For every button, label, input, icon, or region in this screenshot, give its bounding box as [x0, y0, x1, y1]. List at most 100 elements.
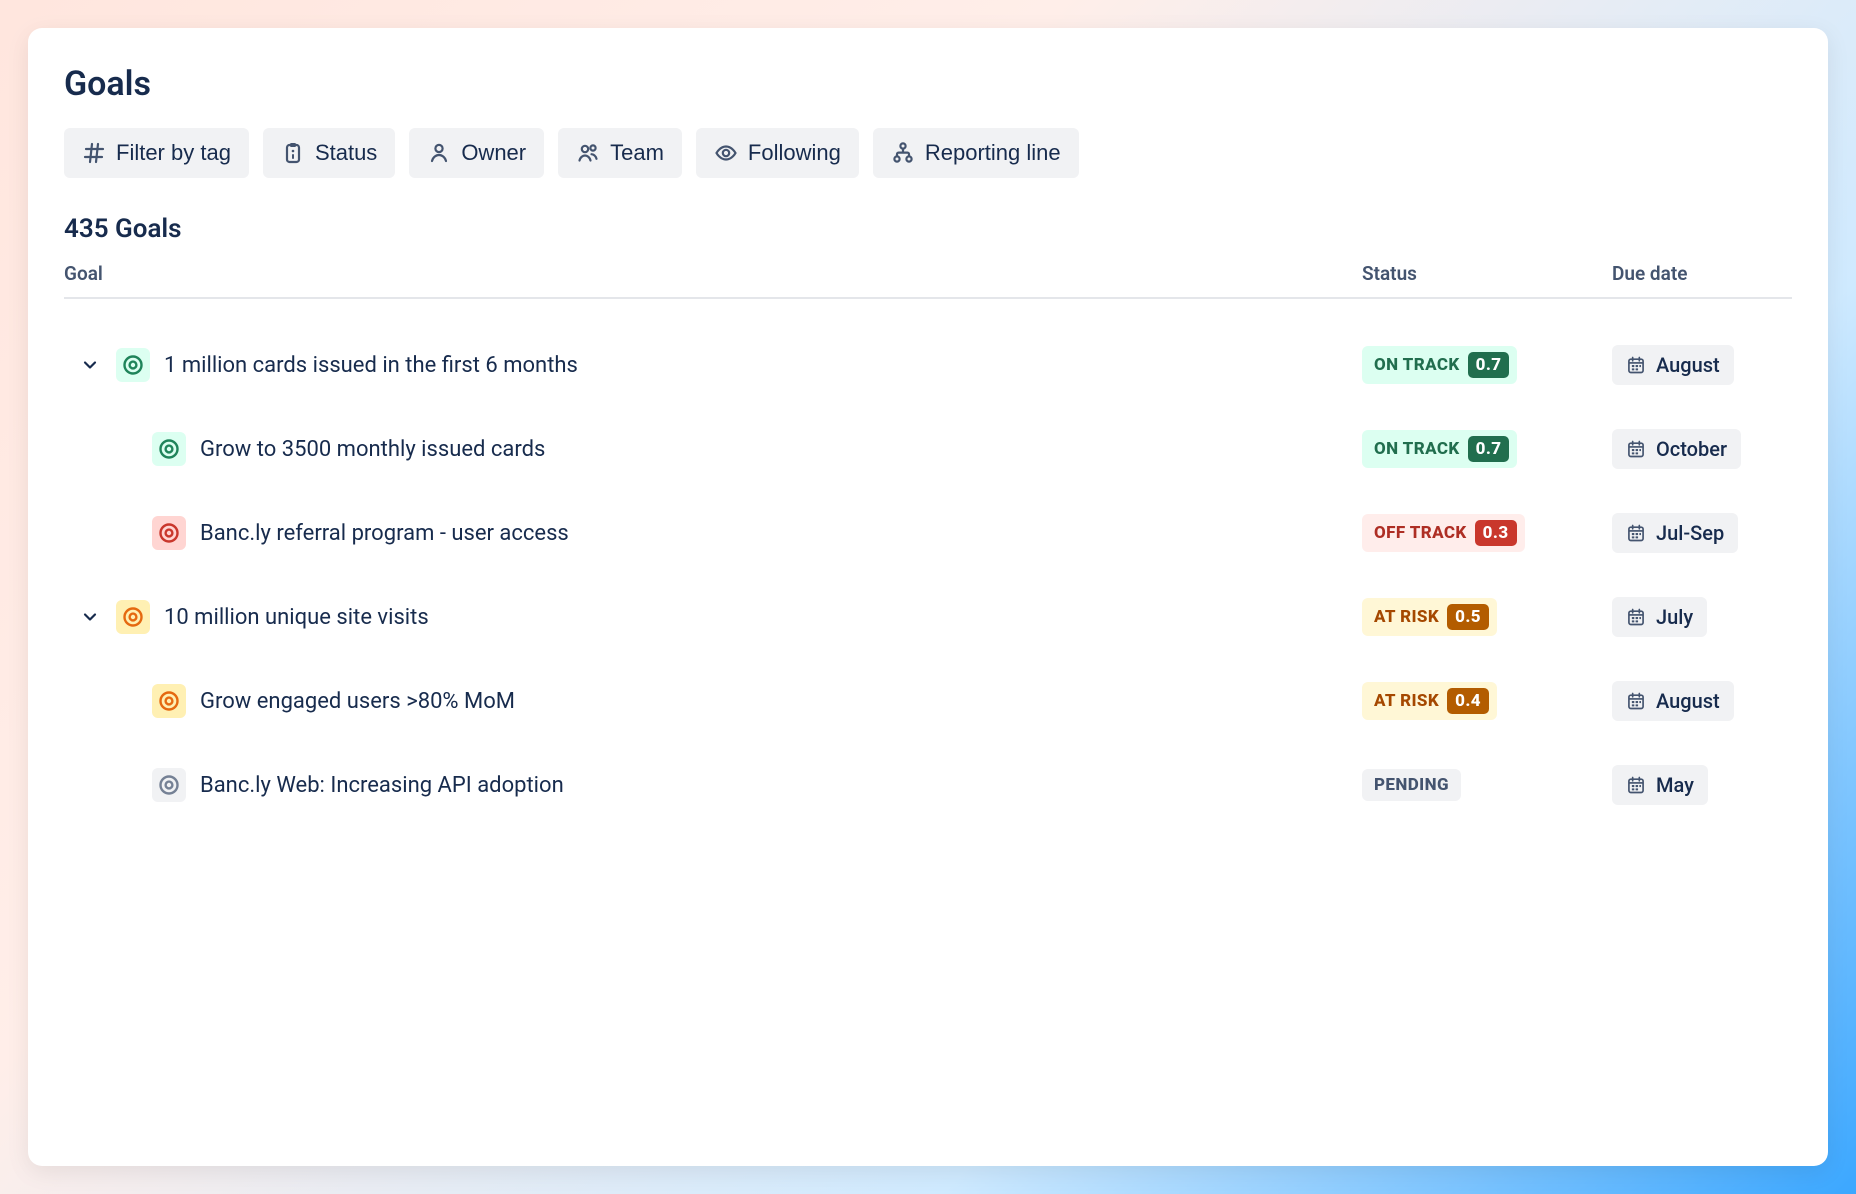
- status-label: AT RISK: [1374, 607, 1439, 627]
- due-pill: October: [1612, 429, 1741, 469]
- due-label: July: [1656, 605, 1693, 629]
- status-label: PENDING: [1374, 775, 1449, 795]
- due-cell: July: [1612, 597, 1792, 637]
- status-cell: AT RISK 0.5: [1362, 598, 1592, 636]
- expand-toggle[interactable]: [78, 605, 102, 629]
- goal-row[interactable]: 1 million cards issued in the first 6 mo…: [64, 323, 1792, 407]
- col-due: Due date: [1612, 262, 1792, 285]
- filters-toolbar: Filter by tag Status Owner Team Followin…: [64, 128, 1792, 178]
- filter-label: Reporting line: [925, 140, 1061, 166]
- status-score: 0.7: [1468, 436, 1510, 462]
- filter-team-button[interactable]: Team: [558, 128, 682, 178]
- clipboard-icon: [281, 141, 305, 165]
- calendar-icon: [1626, 439, 1646, 459]
- filter-reporting-button[interactable]: Reporting line: [873, 128, 1079, 178]
- filter-label: Owner: [461, 140, 526, 166]
- calendar-icon: [1626, 607, 1646, 627]
- status-label: AT RISK: [1374, 691, 1439, 711]
- filter-following-button[interactable]: Following: [696, 128, 859, 178]
- filter-label: Filter by tag: [116, 140, 231, 166]
- status-label: ON TRACK: [1374, 439, 1460, 459]
- filter-tag-button[interactable]: Filter by tag: [64, 128, 249, 178]
- goal-title: Banc.ly referral program - user access: [200, 521, 569, 546]
- goal-cell: Grow engaged users >80% MoM: [64, 684, 1342, 718]
- due-cell: August: [1612, 681, 1792, 721]
- goal-title: Grow engaged users >80% MoM: [200, 689, 515, 714]
- calendar-icon: [1626, 523, 1646, 543]
- status-label: ON TRACK: [1374, 355, 1460, 375]
- goal-cell: 1 million cards issued in the first 6 mo…: [64, 348, 1342, 382]
- due-label: Jul-Sep: [1656, 521, 1724, 545]
- calendar-icon: [1626, 775, 1646, 795]
- goal-row[interactable]: Grow to 3500 monthly issued cards ON TRA…: [64, 407, 1792, 491]
- goal-type-badge: [152, 516, 186, 550]
- status-pill: OFF TRACK 0.3: [1362, 514, 1525, 552]
- target-icon: [157, 521, 181, 545]
- expand-toggle[interactable]: [78, 353, 102, 377]
- goal-row[interactable]: Banc.ly referral program - user access O…: [64, 491, 1792, 575]
- due-pill: May: [1612, 765, 1708, 805]
- goal-type-badge: [116, 348, 150, 382]
- status-pill: AT RISK 0.4: [1362, 682, 1497, 720]
- goal-type-badge: [152, 768, 186, 802]
- goal-cell: Grow to 3500 monthly issued cards: [64, 432, 1342, 466]
- filter-label: Following: [748, 140, 841, 166]
- due-cell: October: [1612, 429, 1792, 469]
- status-cell: AT RISK 0.4: [1362, 682, 1592, 720]
- goal-title: 10 million unique site visits: [164, 605, 429, 630]
- col-status: Status: [1362, 262, 1592, 285]
- due-label: August: [1656, 689, 1720, 713]
- filter-label: Team: [610, 140, 664, 166]
- goal-type-badge: [152, 684, 186, 718]
- filter-owner-button[interactable]: Owner: [409, 128, 544, 178]
- orgchart-icon: [891, 141, 915, 165]
- goal-type-badge: [152, 432, 186, 466]
- status-score: 0.4: [1447, 688, 1489, 714]
- goal-row[interactable]: 10 million unique site visits AT RISK 0.…: [64, 575, 1792, 659]
- table-header: Goal Status Due date: [64, 262, 1792, 299]
- due-label: May: [1656, 773, 1694, 797]
- calendar-icon: [1626, 355, 1646, 375]
- goal-title: Banc.ly Web: Increasing API adoption: [200, 773, 564, 798]
- person-icon: [427, 141, 451, 165]
- status-cell: OFF TRACK 0.3: [1362, 514, 1592, 552]
- goal-cell: Banc.ly Web: Increasing API adoption: [64, 768, 1342, 802]
- chevron-down-icon: [80, 607, 100, 627]
- target-icon: [157, 437, 181, 461]
- status-pill: AT RISK 0.5: [1362, 598, 1497, 636]
- goals-rows: 1 million cards issued in the first 6 mo…: [64, 299, 1792, 827]
- due-cell: Jul-Sep: [1612, 513, 1792, 553]
- calendar-icon: [1626, 691, 1646, 711]
- goal-title: Grow to 3500 monthly issued cards: [200, 437, 545, 462]
- status-pill: PENDING: [1362, 769, 1461, 801]
- filter-status-button[interactable]: Status: [263, 128, 395, 178]
- goals-card: Goals Filter by tag Status Owner Team Fo…: [28, 28, 1828, 1166]
- goal-row[interactable]: Banc.ly Web: Increasing API adoption PEN…: [64, 743, 1792, 827]
- due-pill: August: [1612, 345, 1734, 385]
- goal-row[interactable]: Grow engaged users >80% MoM AT RISK 0.4 …: [64, 659, 1792, 743]
- status-cell: PENDING: [1362, 769, 1592, 801]
- goal-cell: 10 million unique site visits: [64, 600, 1342, 634]
- goal-type-badge: [116, 600, 150, 634]
- due-pill: July: [1612, 597, 1707, 637]
- filter-label: Status: [315, 140, 377, 166]
- target-icon: [157, 773, 181, 797]
- due-pill: Jul-Sep: [1612, 513, 1738, 553]
- page-title: Goals: [64, 64, 1792, 104]
- status-score: 0.3: [1475, 520, 1517, 546]
- eye-icon: [714, 141, 738, 165]
- status-pill: ON TRACK 0.7: [1362, 346, 1517, 384]
- goals-count: 435 Goals: [64, 214, 1792, 244]
- due-pill: August: [1612, 681, 1734, 721]
- due-cell: August: [1612, 345, 1792, 385]
- col-goal: Goal: [64, 262, 1342, 285]
- status-cell: ON TRACK 0.7: [1362, 346, 1592, 384]
- status-cell: ON TRACK 0.7: [1362, 430, 1592, 468]
- status-label: OFF TRACK: [1374, 523, 1467, 543]
- goal-title: 1 million cards issued in the first 6 mo…: [164, 353, 578, 378]
- status-pill: ON TRACK 0.7: [1362, 430, 1517, 468]
- target-icon: [157, 689, 181, 713]
- due-label: October: [1656, 437, 1727, 461]
- goal-cell: Banc.ly referral program - user access: [64, 516, 1342, 550]
- hash-icon: [82, 141, 106, 165]
